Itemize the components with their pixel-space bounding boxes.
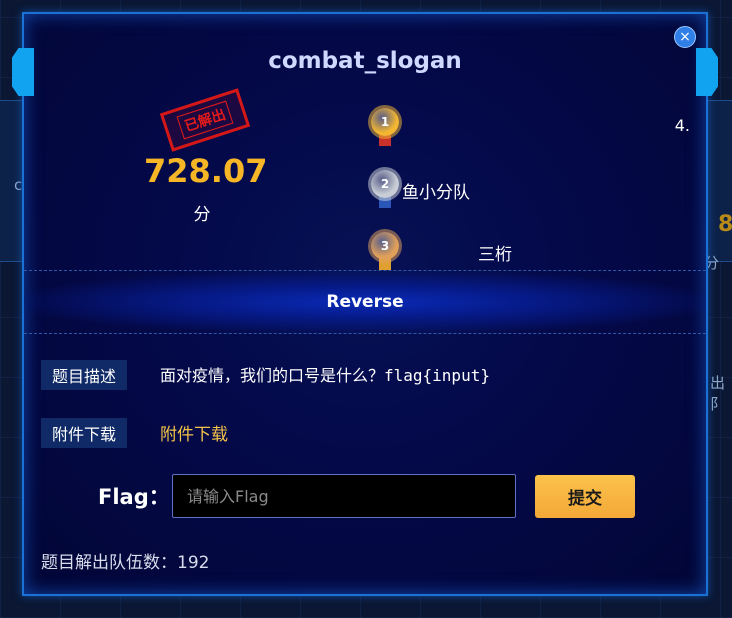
description-label: 题目描述 (41, 360, 127, 390)
solve-count: 题目解出队伍数：192 (41, 553, 210, 573)
background-fragment: 8 (718, 212, 732, 237)
close-icon: × (679, 29, 691, 45)
solved-stamp-text: 已解出 (176, 100, 234, 140)
flag-label: Flag： (98, 485, 170, 509)
rank-team-name: 三桁 (478, 244, 512, 265)
challenge-title: combat_slogan (268, 48, 462, 74)
rank-team-name: 鱼小分队 (402, 182, 470, 203)
submit-button[interactable]: 提交 (535, 475, 635, 518)
silver-medal-icon: 2 (370, 170, 400, 210)
rank-item-1: 1 (370, 108, 400, 148)
category-band: Reverse (24, 270, 706, 334)
solved-stamp: 已解出 (159, 88, 251, 152)
flag-input[interactable] (172, 474, 516, 518)
challenge-description: 面对疫情，我们的口号是什么？flag{input} (160, 366, 490, 385)
rank-item-3: 3 三桁 (370, 232, 512, 272)
background-fragment: 出阝 (710, 374, 726, 413)
background-fragment: c (14, 176, 23, 194)
close-button[interactable]: × (674, 26, 696, 48)
attachment-download-link[interactable]: 附件下载 (160, 420, 228, 445)
category-label: Reverse (326, 292, 404, 312)
challenge-modal: × combat_slogan 已解出 728.07 分 1 2 鱼小分队 3 … (12, 12, 708, 596)
points-unit: 分 (193, 205, 211, 225)
gold-medal-icon: 1 (370, 108, 400, 148)
rank-item-4-number: 4. (674, 116, 690, 135)
challenge-points: 728.07 (144, 152, 268, 190)
rank-item-2: 2 鱼小分队 (370, 170, 470, 210)
attachment-label: 附件下载 (41, 418, 127, 448)
bronze-medal-icon: 3 (370, 232, 400, 272)
